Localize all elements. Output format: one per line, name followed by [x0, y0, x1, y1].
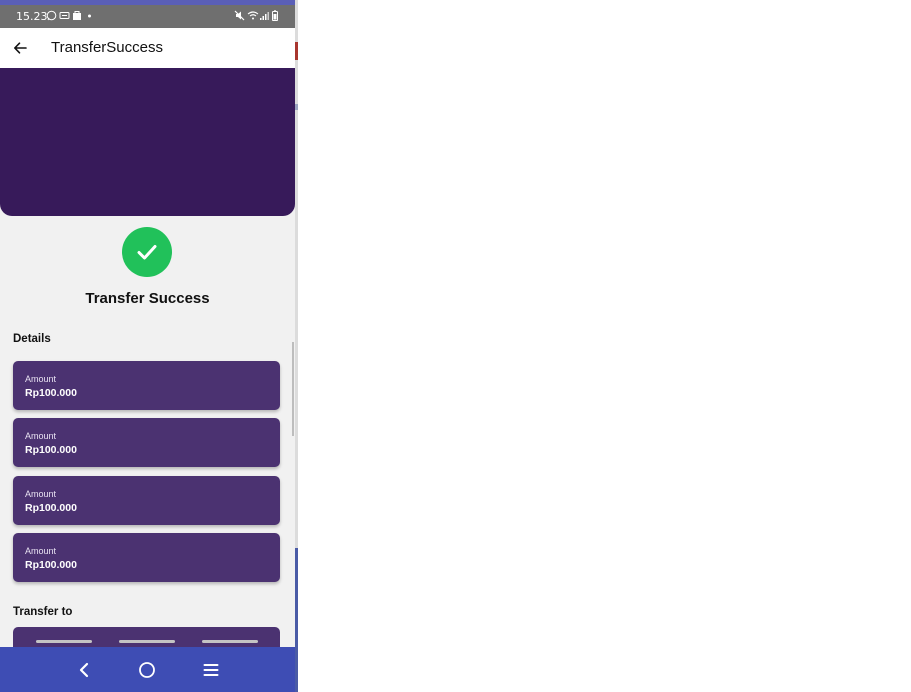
arrow-left-icon [14, 42, 27, 54]
detail-card-value: Rp100.000 [25, 559, 77, 571]
status-bar: 15.23 [0, 5, 295, 28]
phone-screen: 15.23 TransferSuccess Transfer Success D… [0, 0, 295, 692]
mute-icon [234, 10, 245, 25]
success-title: Transfer Success [85, 290, 210, 307]
back-button[interactable] [8, 36, 32, 60]
back-chevron-icon [79, 662, 89, 678]
detail-card: Amount Rp100.000 [13, 533, 280, 582]
detail-card: Amount Rp100.000 [13, 476, 280, 525]
detail-card: Amount Rp100.000 [13, 418, 280, 467]
edge-marker [295, 42, 298, 60]
success-badge [122, 227, 172, 277]
whatsapp-icon [46, 10, 57, 25]
battery-icon [272, 10, 278, 25]
detail-card-value: Rp100.000 [25, 502, 77, 514]
scroll-hint [119, 640, 175, 643]
edge-marker [295, 548, 298, 692]
bag-icon [72, 10, 82, 25]
message-icon [59, 10, 70, 25]
system-nav-bar [0, 647, 295, 692]
signal-icon [260, 10, 269, 25]
detail-card-label: Amount [25, 489, 57, 499]
page-title: TransferSuccess [51, 39, 163, 56]
detail-card: Amount Rp100.000 [13, 361, 280, 410]
app-bar: TransferSuccess [0, 28, 295, 68]
detail-card-label: Amount [25, 431, 57, 441]
detail-card-label: Amount [25, 546, 57, 556]
nav-home-button[interactable] [133, 657, 161, 683]
detail-card-label: Amount [25, 374, 57, 384]
details-heading: Details [13, 333, 51, 345]
scroll-hint [202, 640, 258, 643]
nav-back-button[interactable] [70, 657, 98, 683]
status-time: 15.23 [16, 10, 48, 23]
home-circle-icon [139, 662, 155, 678]
recents-menu-icon [203, 664, 219, 676]
scrollbar-thumb[interactable] [292, 342, 294, 436]
scroll-hint [36, 640, 92, 643]
detail-card-value: Rp100.000 [25, 444, 77, 456]
edge-marker [295, 104, 298, 110]
dot-icon [87, 10, 92, 25]
check-icon [137, 245, 157, 260]
header-banner [0, 68, 295, 216]
detail-card-value: Rp100.000 [25, 387, 77, 399]
wifi-icon [247, 10, 259, 25]
transfer-to-heading: Transfer to [13, 606, 73, 618]
nav-recents-button[interactable] [197, 657, 225, 683]
